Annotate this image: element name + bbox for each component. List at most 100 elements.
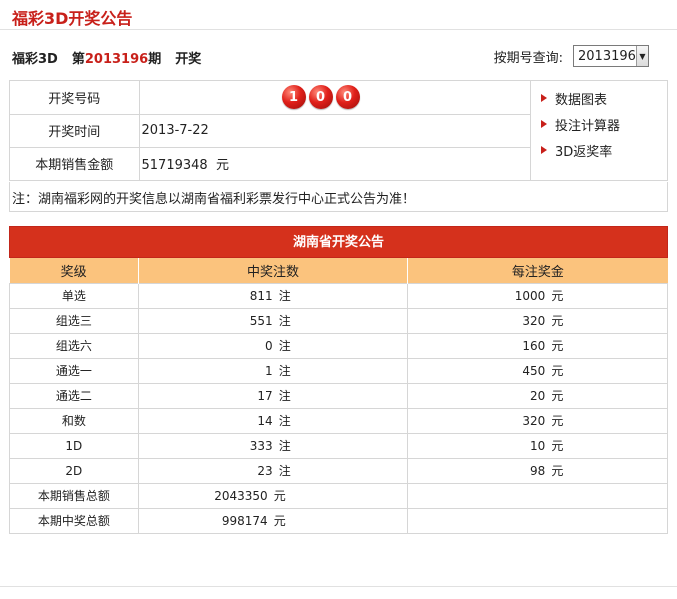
draw-date: 2013-7-22 <box>139 114 531 148</box>
page-title: 福彩3D开奖公告 <box>12 9 133 28</box>
issue-query: 按期号查询: 2013196 ▼ <box>494 45 649 67</box>
prize-body: 单选 811 注 1000 元组选三 551 注 320 元组选六 0 注 160 元通选一 1 注 450 元… <box>9 282 668 484</box>
ball-2: 0 <box>308 85 333 110</box>
total-sales-row: 本期销售总额 2043350 元 <box>9 482 668 509</box>
draw-date-label: 开奖时间 <box>10 114 140 148</box>
draw-sales-label: 本期销售金额 <box>10 147 140 180</box>
count-unit: 注 <box>278 389 291 403</box>
column-header-amount: 每注奖金 <box>407 258 668 283</box>
money-unit: 元 <box>551 464 564 478</box>
count-unit: 注 <box>278 289 291 303</box>
table-row: 通选一 1 注 450 元 <box>9 357 668 384</box>
prize-amount: 160 <box>522 339 546 353</box>
count-unit: 注 <box>278 414 291 428</box>
prize-level: 2D <box>9 457 139 484</box>
count-unit: 注 <box>278 314 291 328</box>
prize-count: 1 <box>265 364 273 378</box>
issue-action: 开奖 <box>175 52 202 67</box>
game-name: 福彩3D <box>12 52 58 67</box>
prize-amount: 20 <box>530 389 546 403</box>
table-row: 2D 23 注 98 元 <box>9 457 668 484</box>
count-unit: 注 <box>278 464 291 478</box>
bet-calculator-link[interactable]: 投注计算器 <box>541 111 620 137</box>
ball-3: 0 <box>335 85 360 110</box>
triangle-right-icon <box>541 146 547 154</box>
draw-date-row: 开奖时间 2013-7-22 <box>10 114 531 148</box>
issue-suffix: 期 <box>148 52 162 67</box>
money-unit: 元 <box>551 339 564 353</box>
prize-count: 17 <box>257 389 273 403</box>
prize-header-row: 奖级 中奖注数 每注奖金 <box>9 258 668 283</box>
prize-title: 湖南省开奖公告 <box>9 226 668 258</box>
prize-table: 奖级 中奖注数 每注奖金 单选 811 注 1000 元组选三 551 注 320 元组选六 0 注… <box>9 258 668 534</box>
total-sales-value: 2043350 <box>214 489 268 503</box>
prize-count: 811 <box>249 289 273 303</box>
issue-heading: 福彩3D 第2013196期 开奖 <box>12 48 201 67</box>
return-rate-link[interactable]: 3D返奖率 <box>541 137 620 163</box>
prize-amount: 450 <box>522 364 546 378</box>
issue-select[interactable]: 2013196 ▼ <box>573 45 649 67</box>
triangle-right-icon <box>541 94 547 102</box>
draw-balls: 1 0 0 <box>142 85 531 110</box>
draw-info-box: 开奖号码 1 0 0 开奖时间 2013-7-22 本期销售金额 5171934… <box>9 80 668 181</box>
table-row: 1D 333 注 10 元 <box>9 432 668 459</box>
issue-prefix: 第 <box>71 52 85 67</box>
table-row: 和数 14 注 320 元 <box>9 407 668 434</box>
prize-amount: 98 <box>530 464 546 478</box>
prize-count: 0 <box>265 339 273 353</box>
money-unit: 元 <box>551 364 564 378</box>
column-header-count: 中奖注数 <box>138 258 409 283</box>
prize-level: 通选一 <box>9 357 139 384</box>
draw-info-table: 开奖号码 1 0 0 开奖时间 2013-7-22 本期销售金额 5171934… <box>10 81 531 180</box>
total-prize-value: 998174 <box>221 514 268 528</box>
prize-level: 单选 <box>9 282 139 309</box>
draw-sales-row: 本期销售金额 51719348 元 <box>10 147 531 180</box>
prize-level: 组选六 <box>9 332 139 359</box>
total-prize-row: 本期中奖总额 998174 元 <box>9 507 668 534</box>
count-unit: 注 <box>278 339 291 353</box>
triangle-right-icon <box>541 120 547 128</box>
issue-number: 2013196 <box>84 52 149 67</box>
query-label: 按期号查询: <box>493 50 563 66</box>
draw-number-row: 开奖号码 1 0 0 <box>10 81 531 115</box>
money-unit: 元 <box>551 289 564 303</box>
prize-section: 湖南省开奖公告 奖级 中奖注数 每注奖金 单选 811 注 1000 元组选三 551 注 3… <box>9 226 668 534</box>
total-prize-label: 本期中奖总额 <box>9 507 139 534</box>
money-unit: 元 <box>551 314 564 328</box>
column-header-level: 奖级 <box>9 258 139 283</box>
money-unit: 元 <box>273 489 286 503</box>
prize-level: 1D <box>9 432 139 459</box>
notice-text: 注：湖南福彩网的开奖信息以湖南省福利彩票发行中心正式公告为准！ <box>9 182 668 212</box>
data-chart-link[interactable]: 数据图表 <box>541 85 620 111</box>
table-row: 单选 811 注 1000 元 <box>9 282 668 309</box>
prize-count: 551 <box>249 314 273 328</box>
data-chart-link-label: 数据图表 <box>555 92 608 108</box>
prize-level: 和数 <box>9 407 139 434</box>
prize-level: 通选二 <box>9 382 139 409</box>
count-unit: 注 <box>278 364 291 378</box>
draw-sales-unit: 元 <box>215 158 229 174</box>
prize-count: 333 <box>249 439 273 453</box>
money-unit: 元 <box>273 514 286 528</box>
bottom-divider <box>0 586 677 587</box>
table-row: 组选三 551 注 320 元 <box>9 307 668 334</box>
title-bar: 福彩3D开奖公告 <box>0 0 677 30</box>
prize-amount: 1000 <box>514 289 546 303</box>
draw-sales: 51719348 <box>141 158 208 174</box>
bet-calculator-link-label: 投注计算器 <box>555 118 621 134</box>
return-rate-link-label: 3D返奖率 <box>555 144 613 160</box>
table-row: 通选二 17 注 20 元 <box>9 382 668 409</box>
ball-1: 1 <box>281 85 306 110</box>
side-links: 数据图表 投注计算器 3D返奖率 <box>541 85 620 163</box>
chevron-down-icon[interactable]: ▼ <box>635 46 648 66</box>
issue-select-value: 2013196 <box>578 48 636 64</box>
money-unit: 元 <box>551 414 564 428</box>
count-unit: 注 <box>278 439 291 453</box>
money-unit: 元 <box>551 439 564 453</box>
prize-level: 组选三 <box>9 307 139 334</box>
prize-count: 14 <box>257 414 273 428</box>
prize-amount: 10 <box>530 439 546 453</box>
prize-amount: 320 <box>522 414 546 428</box>
prize-count: 23 <box>257 464 273 478</box>
money-unit: 元 <box>551 389 564 403</box>
